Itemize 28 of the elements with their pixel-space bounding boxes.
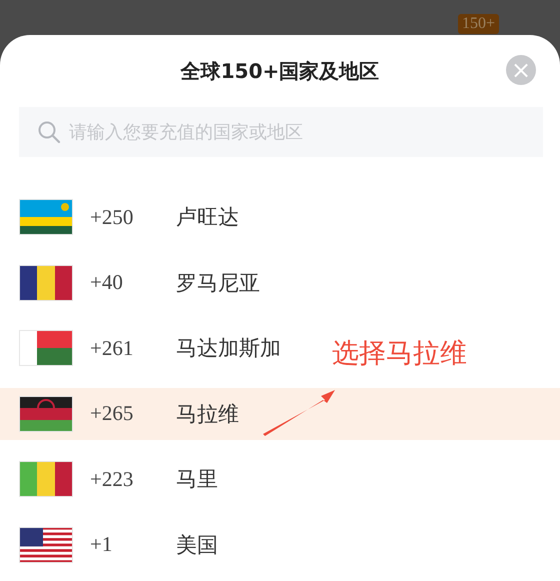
- country-row[interactable]: +265 马拉维: [0, 388, 560, 440]
- dial-code: +1: [90, 532, 114, 558]
- count-badge: 150+: [458, 14, 500, 34]
- flag-icon: [19, 199, 73, 235]
- flag-icon: [19, 396, 73, 432]
- country-name: 马拉维: [176, 400, 239, 428]
- country-row[interactable]: +1 美国: [0, 518, 222, 571]
- country-name: 罗马尼亚: [176, 270, 260, 297]
- country-name: 马达加斯加: [176, 335, 281, 362]
- annotation-text: 选择马拉维: [332, 337, 467, 371]
- flag-icon: [19, 330, 73, 366]
- country-row[interactable]: +250 卢旺达: [0, 191, 243, 243]
- dial-code: +265: [90, 401, 134, 426]
- country-name: 卢旺达: [176, 204, 239, 231]
- dial-code: +250: [90, 204, 134, 230]
- dial-code: +40: [90, 270, 124, 296]
- dial-code: +261: [90, 336, 134, 361]
- country-name: 美国: [176, 532, 218, 559]
- country-row[interactable]: +223 马里: [0, 453, 222, 506]
- country-name: 马里: [176, 466, 218, 494]
- annotation-arrow: [263, 390, 335, 436]
- country-row[interactable]: +40 罗马尼亚: [0, 256, 264, 309]
- dial-code: +223: [90, 466, 134, 492]
- flag-icon: [19, 264, 73, 301]
- sheet-title: 全球150+国家及地区: [180, 58, 380, 84]
- country-row[interactable]: +261 马达加斯加: [0, 322, 285, 374]
- flag-icon: [19, 526, 73, 563]
- flag-icon: [19, 461, 73, 498]
